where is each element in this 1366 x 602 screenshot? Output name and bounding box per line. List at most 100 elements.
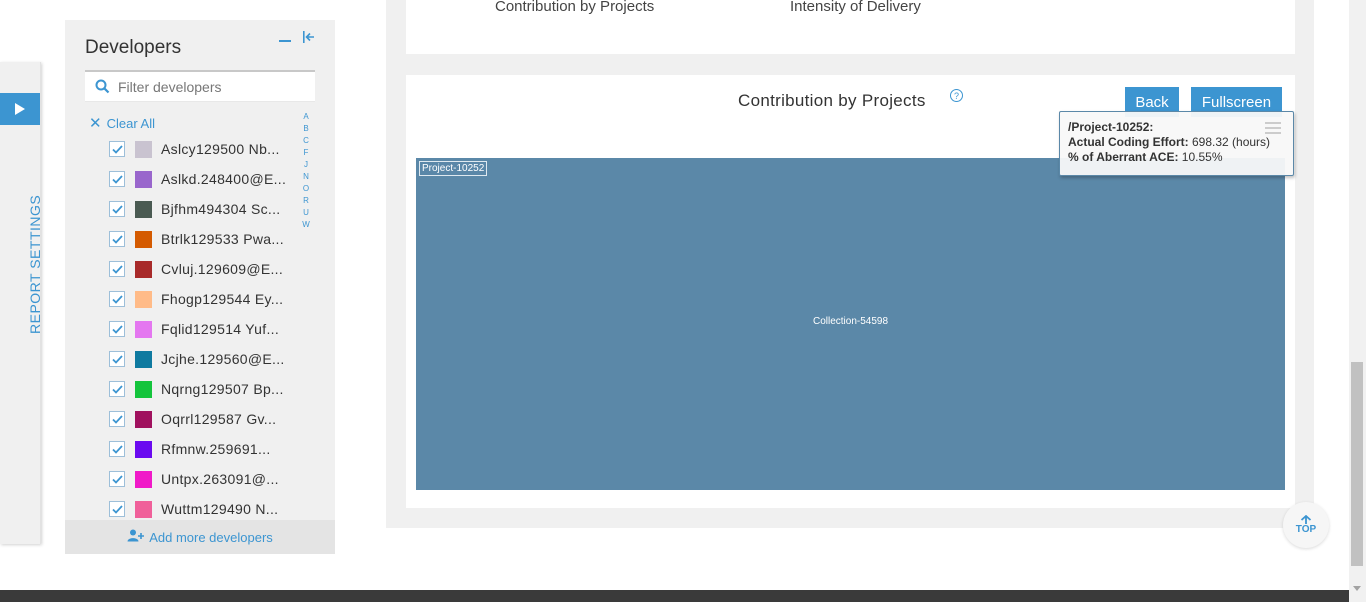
developer-name: Aslkd.248400@E... (161, 171, 287, 187)
page-footer (0, 590, 1349, 602)
clear-all-label: Clear All (106, 116, 155, 131)
developer-color-swatch (135, 350, 152, 368)
developer-checkbox[interactable] (109, 501, 125, 517)
developer-checkbox[interactable] (109, 141, 125, 157)
scroll-down-arrow-icon[interactable] (1353, 586, 1361, 591)
developer-checkbox[interactable] (109, 441, 125, 457)
developer-color-swatch (135, 410, 152, 428)
tooltip-aberrant-value: 10.55% (1181, 150, 1223, 164)
alphabet-letter[interactable]: W (302, 219, 310, 231)
filter-developers-box (85, 70, 315, 102)
tooltip-path: /Project-10252: (1068, 120, 1154, 134)
chart-title: Contribution by Projects (738, 91, 926, 110)
scrollbar-thumb[interactable] (1351, 362, 1363, 566)
developer-list-item[interactable]: Aslcy129500 Nb... (109, 134, 299, 164)
report-tabs-card: Contribution by Projects Intensity of De… (406, 0, 1295, 54)
alphabet-letter[interactable]: O (303, 183, 309, 195)
tooltip-aberrant-label: % of Aberrant ACE (1068, 150, 1175, 164)
alphabet-letter[interactable]: U (303, 207, 309, 219)
developer-list-item[interactable]: Oqrrl129587 Gv... (109, 404, 299, 434)
menu-icon (1265, 122, 1281, 137)
developer-checkbox[interactable] (109, 411, 125, 427)
checkmark-icon (111, 414, 123, 424)
developer-checkbox[interactable] (109, 231, 125, 247)
developer-list-item[interactable]: Btrlk129533 Pwa... (109, 224, 299, 254)
checkmark-icon (111, 234, 123, 244)
developer-list-item[interactable]: Cvluj.129609@E... (109, 254, 299, 284)
developer-color-swatch (135, 140, 152, 158)
search-icon (95, 79, 110, 94)
chart-tooltip: /Project-10252: Actual Coding Effort: 69… (1059, 111, 1294, 176)
developer-name: Nqrng129507 Bp... (161, 381, 284, 397)
help-icon[interactable]: ? (950, 89, 963, 102)
checkmark-icon (111, 354, 123, 364)
developer-checkbox[interactable] (109, 351, 125, 367)
treemap-node-label[interactable]: Project-10252 (419, 161, 488, 176)
developers-panel: Developers ✕ Clear All Aslcy129500 Nb...… (65, 20, 335, 554)
treemap-chart: Project-10252 Collection-54598 (416, 158, 1285, 490)
checkmark-icon (111, 264, 123, 274)
checkmark-icon (111, 504, 123, 514)
developer-list-item[interactable]: Bjfhm494304 Sc... (109, 194, 299, 224)
developer-checkbox[interactable] (109, 201, 125, 217)
minimize-icon[interactable] (277, 32, 293, 48)
report-settings-toggle-button[interactable] (0, 93, 40, 125)
checkmark-icon (111, 474, 123, 484)
developer-name: Fhogp129544 Ey... (161, 291, 284, 307)
page-scrollbar[interactable] (1349, 0, 1366, 602)
developer-list-item[interactable]: Fqlid129514 Yuf... (109, 314, 299, 344)
developer-checkbox[interactable] (109, 471, 125, 487)
developer-name: Btrlk129533 Pwa... (161, 231, 284, 247)
tooltip-effort-value: 698.32 (hours) (1192, 135, 1271, 149)
developer-color-swatch (135, 440, 152, 458)
developer-color-swatch (135, 230, 152, 248)
developer-checkbox[interactable] (109, 261, 125, 277)
developer-list-item[interactable]: Rfmnw.259691... (109, 434, 299, 464)
checkmark-icon (111, 174, 123, 184)
clear-all-button[interactable]: ✕ Clear All (89, 116, 155, 131)
developer-name: Oqrrl129587 Gv... (161, 411, 277, 427)
developer-checkbox[interactable] (109, 321, 125, 337)
developer-color-swatch (135, 290, 152, 308)
alphabet-letter[interactable]: R (303, 195, 309, 207)
developer-checkbox[interactable] (109, 381, 125, 397)
developer-name: Bjfhm494304 Sc... (161, 201, 281, 217)
developer-list-item[interactable]: Aslkd.248400@E... (109, 164, 299, 194)
developer-checkbox[interactable] (109, 171, 125, 187)
developer-name: Untpx.263091@... (161, 471, 279, 487)
report-settings-rail: REPORT SETTINGS (0, 62, 43, 544)
developer-list-item[interactable]: Jcjhe.129560@E... (109, 344, 299, 374)
report-settings-label[interactable]: REPORT SETTINGS (27, 195, 43, 334)
developer-checkbox[interactable] (109, 291, 125, 307)
developer-list-item[interactable]: Untpx.263091@... (109, 464, 299, 494)
developer-list: Aslcy129500 Nb... Aslkd.248400@E... Bjfhm4… (109, 134, 299, 520)
developer-color-swatch (135, 500, 152, 518)
developer-color-swatch (135, 170, 152, 188)
developer-list-item[interactable]: Nqrng129507 Bp... (109, 374, 299, 404)
developer-list-item[interactable]: Fhogp129544 Ey... (109, 284, 299, 314)
alphabet-letter[interactable]: F (304, 147, 309, 159)
alphabet-letter[interactable]: C (303, 135, 309, 147)
tab-intensity-of-delivery[interactable]: Intensity of Delivery (790, 0, 921, 15)
alphabet-letter[interactable]: N (303, 171, 309, 183)
treemap-leaf-label: Collection-54598 (812, 316, 889, 327)
alphabet-letter[interactable]: B (303, 123, 308, 135)
play-icon (15, 103, 25, 115)
tab-contribution-by-projects[interactable]: Contribution by Projects (495, 0, 654, 15)
developers-title: Developers (85, 37, 182, 58)
close-icon: ✕ (89, 115, 102, 132)
filter-developers-input[interactable] (118, 78, 308, 95)
collapse-left-icon[interactable] (301, 28, 317, 46)
add-more-developers-button[interactable]: Add more developers (65, 520, 335, 554)
developer-color-swatch (135, 260, 152, 278)
developer-list-item[interactable]: Wuttm129490 N... (109, 494, 299, 520)
alphabet-letter[interactable]: A (303, 111, 308, 123)
developer-color-swatch (135, 470, 152, 488)
checkmark-icon (111, 144, 123, 154)
alphabet-letter[interactable]: J (304, 159, 308, 171)
developer-name: Rfmnw.259691... (161, 441, 271, 457)
developer-name: Cvluj.129609@E... (161, 261, 284, 277)
add-more-developers-label: Add more developers (149, 529, 273, 545)
top-label: TOP (1295, 524, 1317, 535)
scroll-to-top-button[interactable]: TOP (1283, 502, 1329, 548)
